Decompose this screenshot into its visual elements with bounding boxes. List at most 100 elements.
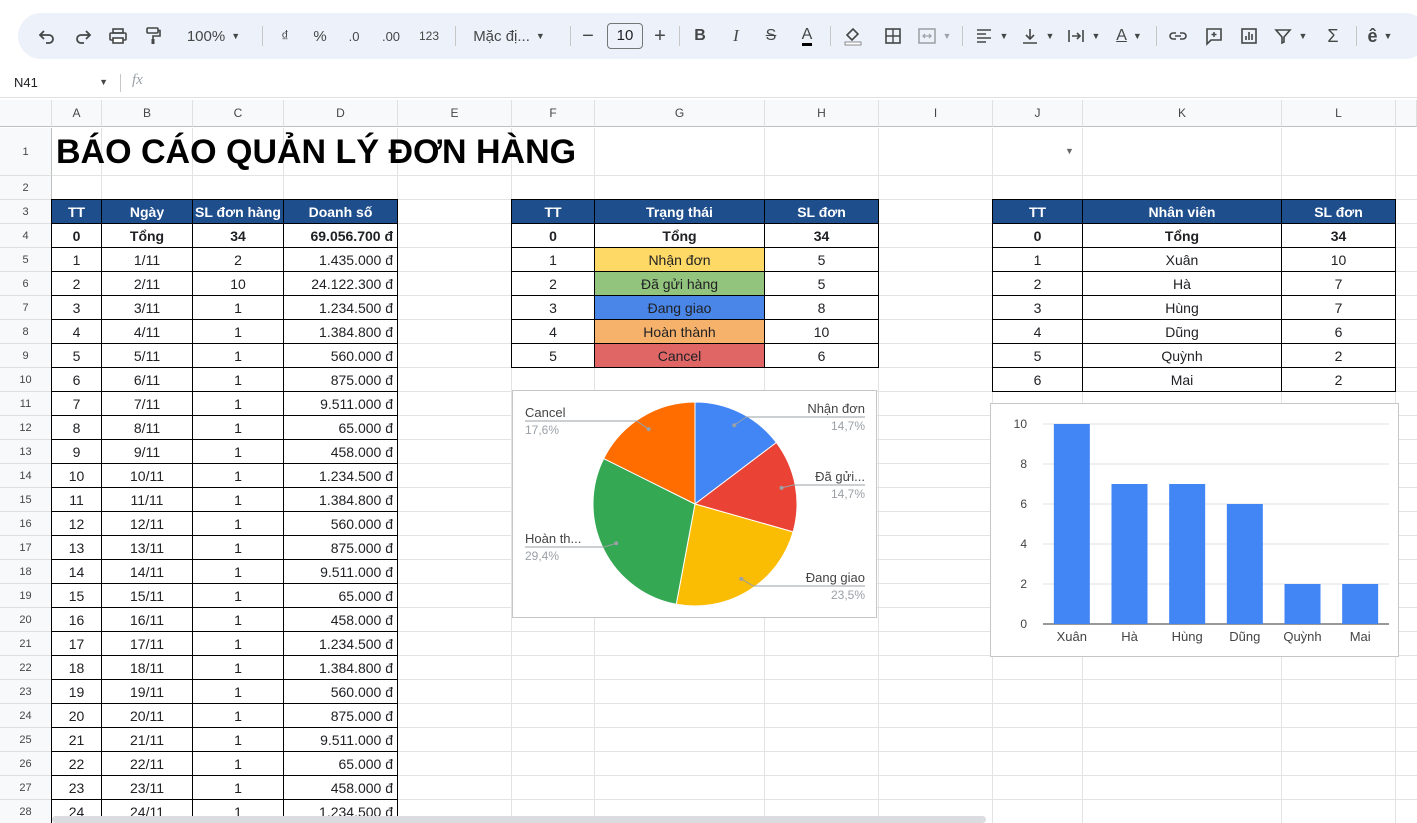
column-header-i[interactable]: I xyxy=(879,100,993,127)
daily-table-cell[interactable]: 9.511.000 đ xyxy=(283,391,398,416)
daily-table-cell[interactable]: 18 xyxy=(51,655,102,680)
daily-table-cell[interactable]: 9.511.000 đ xyxy=(283,727,398,752)
staff-table-cell[interactable]: 7 xyxy=(1281,295,1396,320)
redo-icon[interactable] xyxy=(70,13,96,59)
strikethrough-icon[interactable]: S xyxy=(759,13,783,59)
status-table-cell[interactable]: 2 xyxy=(511,271,595,296)
column-header-l[interactable]: L xyxy=(1282,100,1396,127)
status-table-cell[interactable]: 3 xyxy=(511,295,595,320)
staff-table-cell[interactable]: 2 xyxy=(992,271,1083,296)
daily-table-cell[interactable]: 5/11 xyxy=(101,343,193,368)
currency-button[interactable]: ₫ xyxy=(273,13,297,59)
column-header-extra[interactable] xyxy=(1396,100,1417,127)
bar-chart[interactable]: 0 2 4 6 8 10 Xuân Hà Hùng Dũng Quỳnh Mai xyxy=(990,403,1399,657)
daily-table-cell[interactable]: 12 xyxy=(51,511,102,536)
staff-table-cell[interactable]: 10 xyxy=(1281,247,1396,272)
bar[interactable] xyxy=(1342,584,1379,624)
daily-table-cell[interactable]: 1.234.500 đ xyxy=(283,463,398,488)
daily-table-cell[interactable]: 10/11 xyxy=(101,463,193,488)
daily-table-cell[interactable]: 1.384.800 đ xyxy=(283,655,398,680)
row-header-2[interactable]: 2 xyxy=(0,176,52,200)
daily-table-cell[interactable]: 5 xyxy=(51,343,102,368)
row-header-1[interactable]: 1 xyxy=(0,128,52,176)
font-select[interactable]: Mặc đị... ▼ xyxy=(464,13,554,59)
daily-table-cell[interactable]: 3 xyxy=(51,295,102,320)
status-header-cell[interactable]: SL đơn xyxy=(764,199,879,224)
daily-table-cell[interactable]: 1 xyxy=(192,655,284,680)
row-header-12[interactable]: 12 xyxy=(0,416,52,440)
daily-table-cell[interactable]: 18/11 xyxy=(101,655,193,680)
daily-table-cell[interactable]: 12/11 xyxy=(101,511,193,536)
daily-table-cell[interactable]: 4/11 xyxy=(101,319,193,344)
column-header-d[interactable]: D xyxy=(284,100,398,127)
text-color-icon[interactable]: A xyxy=(794,13,820,59)
daily-table-cell[interactable]: 10 xyxy=(51,463,102,488)
daily-table-cell[interactable]: 1 xyxy=(192,439,284,464)
daily-table-cell[interactable]: 3/11 xyxy=(101,295,193,320)
decrease-font-size-icon[interactable]: − xyxy=(578,13,598,59)
daily-table-cell[interactable]: 1.234.500 đ xyxy=(283,295,398,320)
status-table-cell[interactable]: 5 xyxy=(764,271,879,296)
daily-table-cell[interactable]: 1 xyxy=(51,247,102,272)
row-header-14[interactable]: 14 xyxy=(0,464,52,488)
bar[interactable] xyxy=(1053,424,1090,624)
daily-table-cell[interactable]: 1 xyxy=(192,487,284,512)
daily-table-cell[interactable]: 65.000 đ xyxy=(283,751,398,776)
daily-table-cell[interactable]: 1.384.800 đ xyxy=(283,487,398,512)
staff-table-cell[interactable]: Hùng xyxy=(1082,295,1282,320)
status-table-cell[interactable]: 5 xyxy=(511,343,595,368)
dropdown-caret-icon[interactable]: ▼ xyxy=(1065,146,1074,156)
status-name-cell[interactable]: Hoàn thành xyxy=(594,319,765,344)
formula-input[interactable] xyxy=(160,70,1400,94)
row-header-7[interactable]: 7 xyxy=(0,296,52,320)
staff-total-cell[interactable]: 34 xyxy=(1281,223,1396,248)
row-header-20[interactable]: 20 xyxy=(0,608,52,632)
daily-table-cell[interactable]: 1 xyxy=(192,679,284,704)
daily-table-cell[interactable]: 2 xyxy=(192,247,284,272)
staff-table-cell[interactable]: Dũng xyxy=(1082,319,1282,344)
daily-table-cell[interactable]: 23 xyxy=(51,775,102,800)
daily-table-cell[interactable]: 4 xyxy=(51,319,102,344)
status-total-cell[interactable]: 34 xyxy=(764,223,879,248)
daily-total-cell[interactable]: Tổng xyxy=(101,223,193,248)
daily-table-cell[interactable]: 458.000 đ xyxy=(283,775,398,800)
daily-table-cell[interactable]: 22/11 xyxy=(101,751,193,776)
row-header-8[interactable]: 8 xyxy=(0,320,52,344)
increase-font-size-icon[interactable]: + xyxy=(650,13,670,59)
row-header-6[interactable]: 6 xyxy=(0,272,52,296)
merge-cells-icon[interactable]: ▼ xyxy=(916,13,952,59)
daily-table-cell[interactable]: 15/11 xyxy=(101,583,193,608)
staff-table-cell[interactable]: 6 xyxy=(992,367,1083,392)
column-header-k[interactable]: K xyxy=(1083,100,1282,127)
status-total-cell[interactable]: 0 xyxy=(511,223,595,248)
insert-link-icon[interactable] xyxy=(1165,13,1191,59)
staff-table-cell[interactable]: 1 xyxy=(992,247,1083,272)
pie-chart[interactable]: Nhận đơn 14,7% Đã gửi... 14,7% Đang giao 23,5… xyxy=(512,390,877,618)
status-table-cell[interactable]: 4 xyxy=(511,319,595,344)
daily-table-cell[interactable]: 13/11 xyxy=(101,535,193,560)
row-header-27[interactable]: 27 xyxy=(0,776,52,800)
staff-table-cell[interactable]: 4 xyxy=(992,319,1083,344)
daily-table-cell[interactable]: 1 xyxy=(192,631,284,656)
status-table-cell[interactable]: 6 xyxy=(764,343,879,368)
functions-icon[interactable]: Σ xyxy=(1320,13,1346,59)
row-header-18[interactable]: 18 xyxy=(0,560,52,584)
row-header-28[interactable]: 28 xyxy=(0,800,52,823)
daily-total-cell[interactable]: 69.056.700 đ xyxy=(283,223,398,248)
filter-icon[interactable]: ▼ xyxy=(1270,13,1310,59)
row-header-23[interactable]: 23 xyxy=(0,680,52,704)
daily-table-cell[interactable]: 6/11 xyxy=(101,367,193,392)
zoom-select[interactable]: 100% ▼ xyxy=(176,13,251,59)
font-size-input[interactable]: 10 xyxy=(606,13,644,59)
daily-header-cell[interactable]: TT xyxy=(51,199,102,224)
daily-table-cell[interactable]: 1.435.000 đ xyxy=(283,247,398,272)
bar[interactable] xyxy=(1284,584,1321,624)
daily-table-cell[interactable]: 17/11 xyxy=(101,631,193,656)
column-header-c[interactable]: C xyxy=(193,100,284,127)
daily-table-cell[interactable]: 8 xyxy=(51,415,102,440)
daily-table-cell[interactable]: 23/11 xyxy=(101,775,193,800)
daily-table-cell[interactable]: 458.000 đ xyxy=(283,607,398,632)
column-header-e[interactable]: E xyxy=(398,100,512,127)
staff-table-cell[interactable]: Mai xyxy=(1082,367,1282,392)
daily-table-cell[interactable]: 458.000 đ xyxy=(283,439,398,464)
